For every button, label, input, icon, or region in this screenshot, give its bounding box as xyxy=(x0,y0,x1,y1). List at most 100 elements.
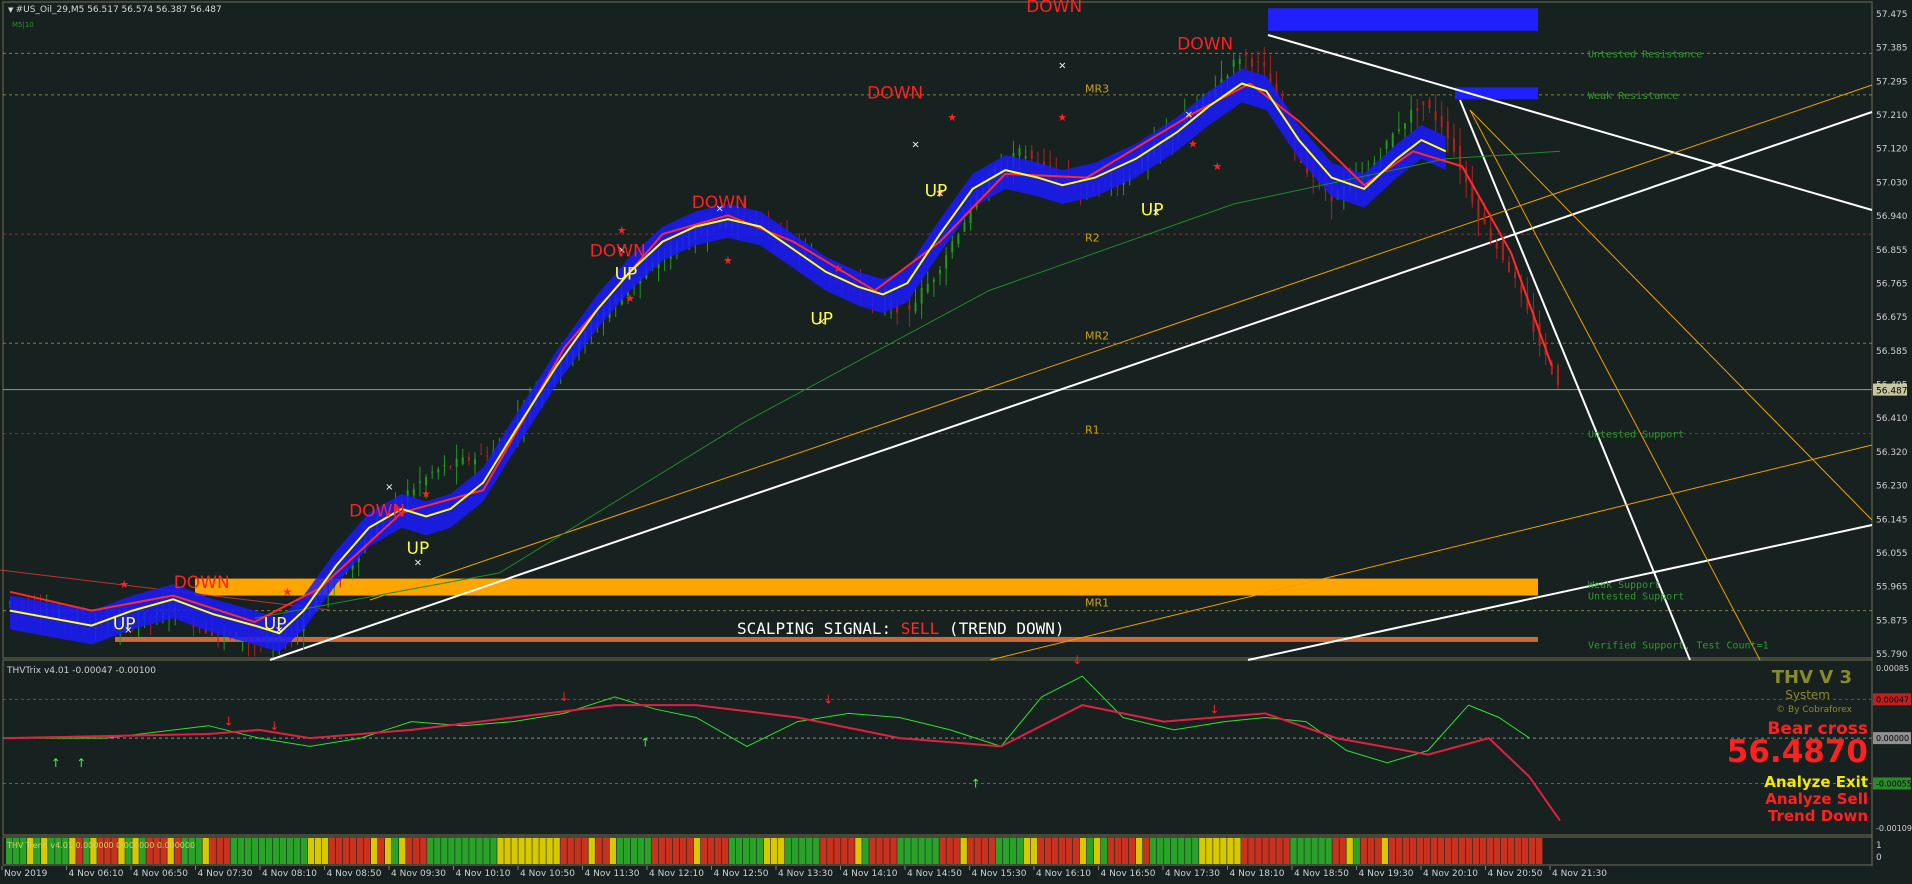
time-tick: 4 Nov 18:50 xyxy=(1294,869,1349,879)
trend-cell xyxy=(981,838,988,864)
osc-tick: -0.00055 xyxy=(1876,779,1912,788)
time-tick: 4 Nov 12:10 xyxy=(649,869,704,879)
resistance-zone-blue-1 xyxy=(1268,8,1538,31)
candle-body xyxy=(449,466,452,468)
trend-cell xyxy=(1009,838,1017,864)
trend-cell xyxy=(1030,838,1038,864)
trend-cell xyxy=(1079,838,1087,864)
trend-cell xyxy=(258,838,266,864)
osc-up-arrow: ↑ xyxy=(76,756,86,770)
trend-cell xyxy=(483,838,490,864)
time-tick: 4 Nov 14:50 xyxy=(907,869,962,879)
star-marker: ★ xyxy=(282,586,292,599)
price-tick: 56.855 xyxy=(1876,246,1908,256)
star-marker: ★ xyxy=(1212,160,1222,173)
trend-cell xyxy=(1213,838,1220,864)
time-tick: 4 Nov 07:30 xyxy=(198,869,253,879)
oscillator-title: THVTrix v4.01 -0.00047 -0.00100 xyxy=(6,666,156,676)
trend-cell xyxy=(406,838,413,864)
symbol-header: ▼ #US_Oil_29,M5 56.517 56.574 56.387 56.… xyxy=(8,5,222,15)
sr-label: Verified Support, Test Count=1 xyxy=(1588,640,1769,651)
pivot-label: R2 xyxy=(1085,231,1100,244)
trend-cell xyxy=(679,838,687,864)
candle-body xyxy=(1477,199,1480,221)
trend-cell xyxy=(939,838,946,864)
trend-cell xyxy=(925,838,932,864)
candle-body xyxy=(1422,101,1425,105)
trend-cell xyxy=(237,838,245,864)
price-tick: 56.230 xyxy=(1876,482,1908,492)
trend-cell xyxy=(1318,838,1325,864)
signal-label-up: UP xyxy=(264,614,287,634)
price-tick: 57.120 xyxy=(1876,145,1908,155)
trend-cell xyxy=(749,838,757,864)
trend-cell xyxy=(1360,838,1367,864)
trend-cell xyxy=(363,838,371,864)
candle-body xyxy=(951,241,954,253)
panel-line: Analyze Exit xyxy=(1764,773,1868,791)
trend-cell xyxy=(427,838,434,864)
trend-cell xyxy=(813,838,820,864)
panel-system: System xyxy=(1785,688,1830,702)
trend-cell xyxy=(1430,838,1438,864)
trend-cell xyxy=(785,838,792,864)
trend-cell xyxy=(686,838,694,864)
candle-body xyxy=(437,469,440,473)
osc-up-arrow: ↑ xyxy=(971,777,981,791)
panel-line: Trend Down xyxy=(1768,807,1868,825)
trend-cell xyxy=(960,838,967,864)
trend-cell xyxy=(602,838,609,864)
trend-cell xyxy=(1100,838,1108,864)
price-tick: 57.385 xyxy=(1876,44,1908,54)
panel-credit: © By Cobraforex xyxy=(1776,705,1852,715)
x-marker: × xyxy=(1058,60,1066,71)
candle-body xyxy=(474,458,476,465)
trend-cell xyxy=(265,838,273,864)
trend-cell xyxy=(441,838,448,864)
price-tick: 56.055 xyxy=(1876,549,1908,559)
trend-cell xyxy=(693,838,701,864)
candle-body xyxy=(932,279,935,282)
current-price-tick: 56.487 xyxy=(1876,387,1908,397)
time-tick: 4 Nov 20:50 xyxy=(1488,869,1543,879)
trend-cell xyxy=(672,838,680,864)
candle-body xyxy=(1238,58,1241,64)
trend-cell xyxy=(1479,838,1487,864)
candle-body xyxy=(1495,241,1498,249)
trend-cell xyxy=(876,838,883,864)
trend-cell xyxy=(1121,838,1129,864)
trend-cell xyxy=(1339,838,1346,864)
star-marker: ★ xyxy=(617,224,627,237)
candle-body xyxy=(467,457,470,462)
candle-body xyxy=(939,269,941,274)
candle-body xyxy=(963,222,966,232)
trend-cell xyxy=(1367,838,1374,864)
trend-cell xyxy=(1493,838,1501,864)
trend-cell xyxy=(1037,838,1045,864)
trend-cell xyxy=(1514,838,1522,864)
trend-cell xyxy=(1304,838,1311,864)
signal-label-down: DOWN xyxy=(692,193,748,213)
trend-cell xyxy=(399,838,406,864)
candle-body xyxy=(455,458,458,468)
trend-cell xyxy=(792,838,799,864)
trend-cell xyxy=(244,838,252,864)
osc-down-arrow: ↓ xyxy=(559,690,569,704)
trend-cell xyxy=(349,838,357,864)
trend-cell xyxy=(609,838,616,864)
trend-cell xyxy=(1072,838,1080,864)
x-marker: × xyxy=(911,140,919,151)
panel-price: 56.4870 xyxy=(1727,734,1868,770)
trend-cell xyxy=(1114,838,1122,864)
candle-body xyxy=(1244,51,1247,56)
trend-cell xyxy=(525,838,532,864)
candle-body xyxy=(1434,110,1437,121)
star-marker: ★ xyxy=(1188,138,1198,151)
osc-up-arrow: ↑ xyxy=(640,735,650,749)
trend-cell xyxy=(356,838,364,864)
trend-cell xyxy=(504,838,511,864)
candle-body xyxy=(1263,62,1266,67)
signal-label-up: UP xyxy=(113,614,136,634)
trend-cell xyxy=(1416,838,1424,864)
candle-body xyxy=(1446,121,1449,139)
